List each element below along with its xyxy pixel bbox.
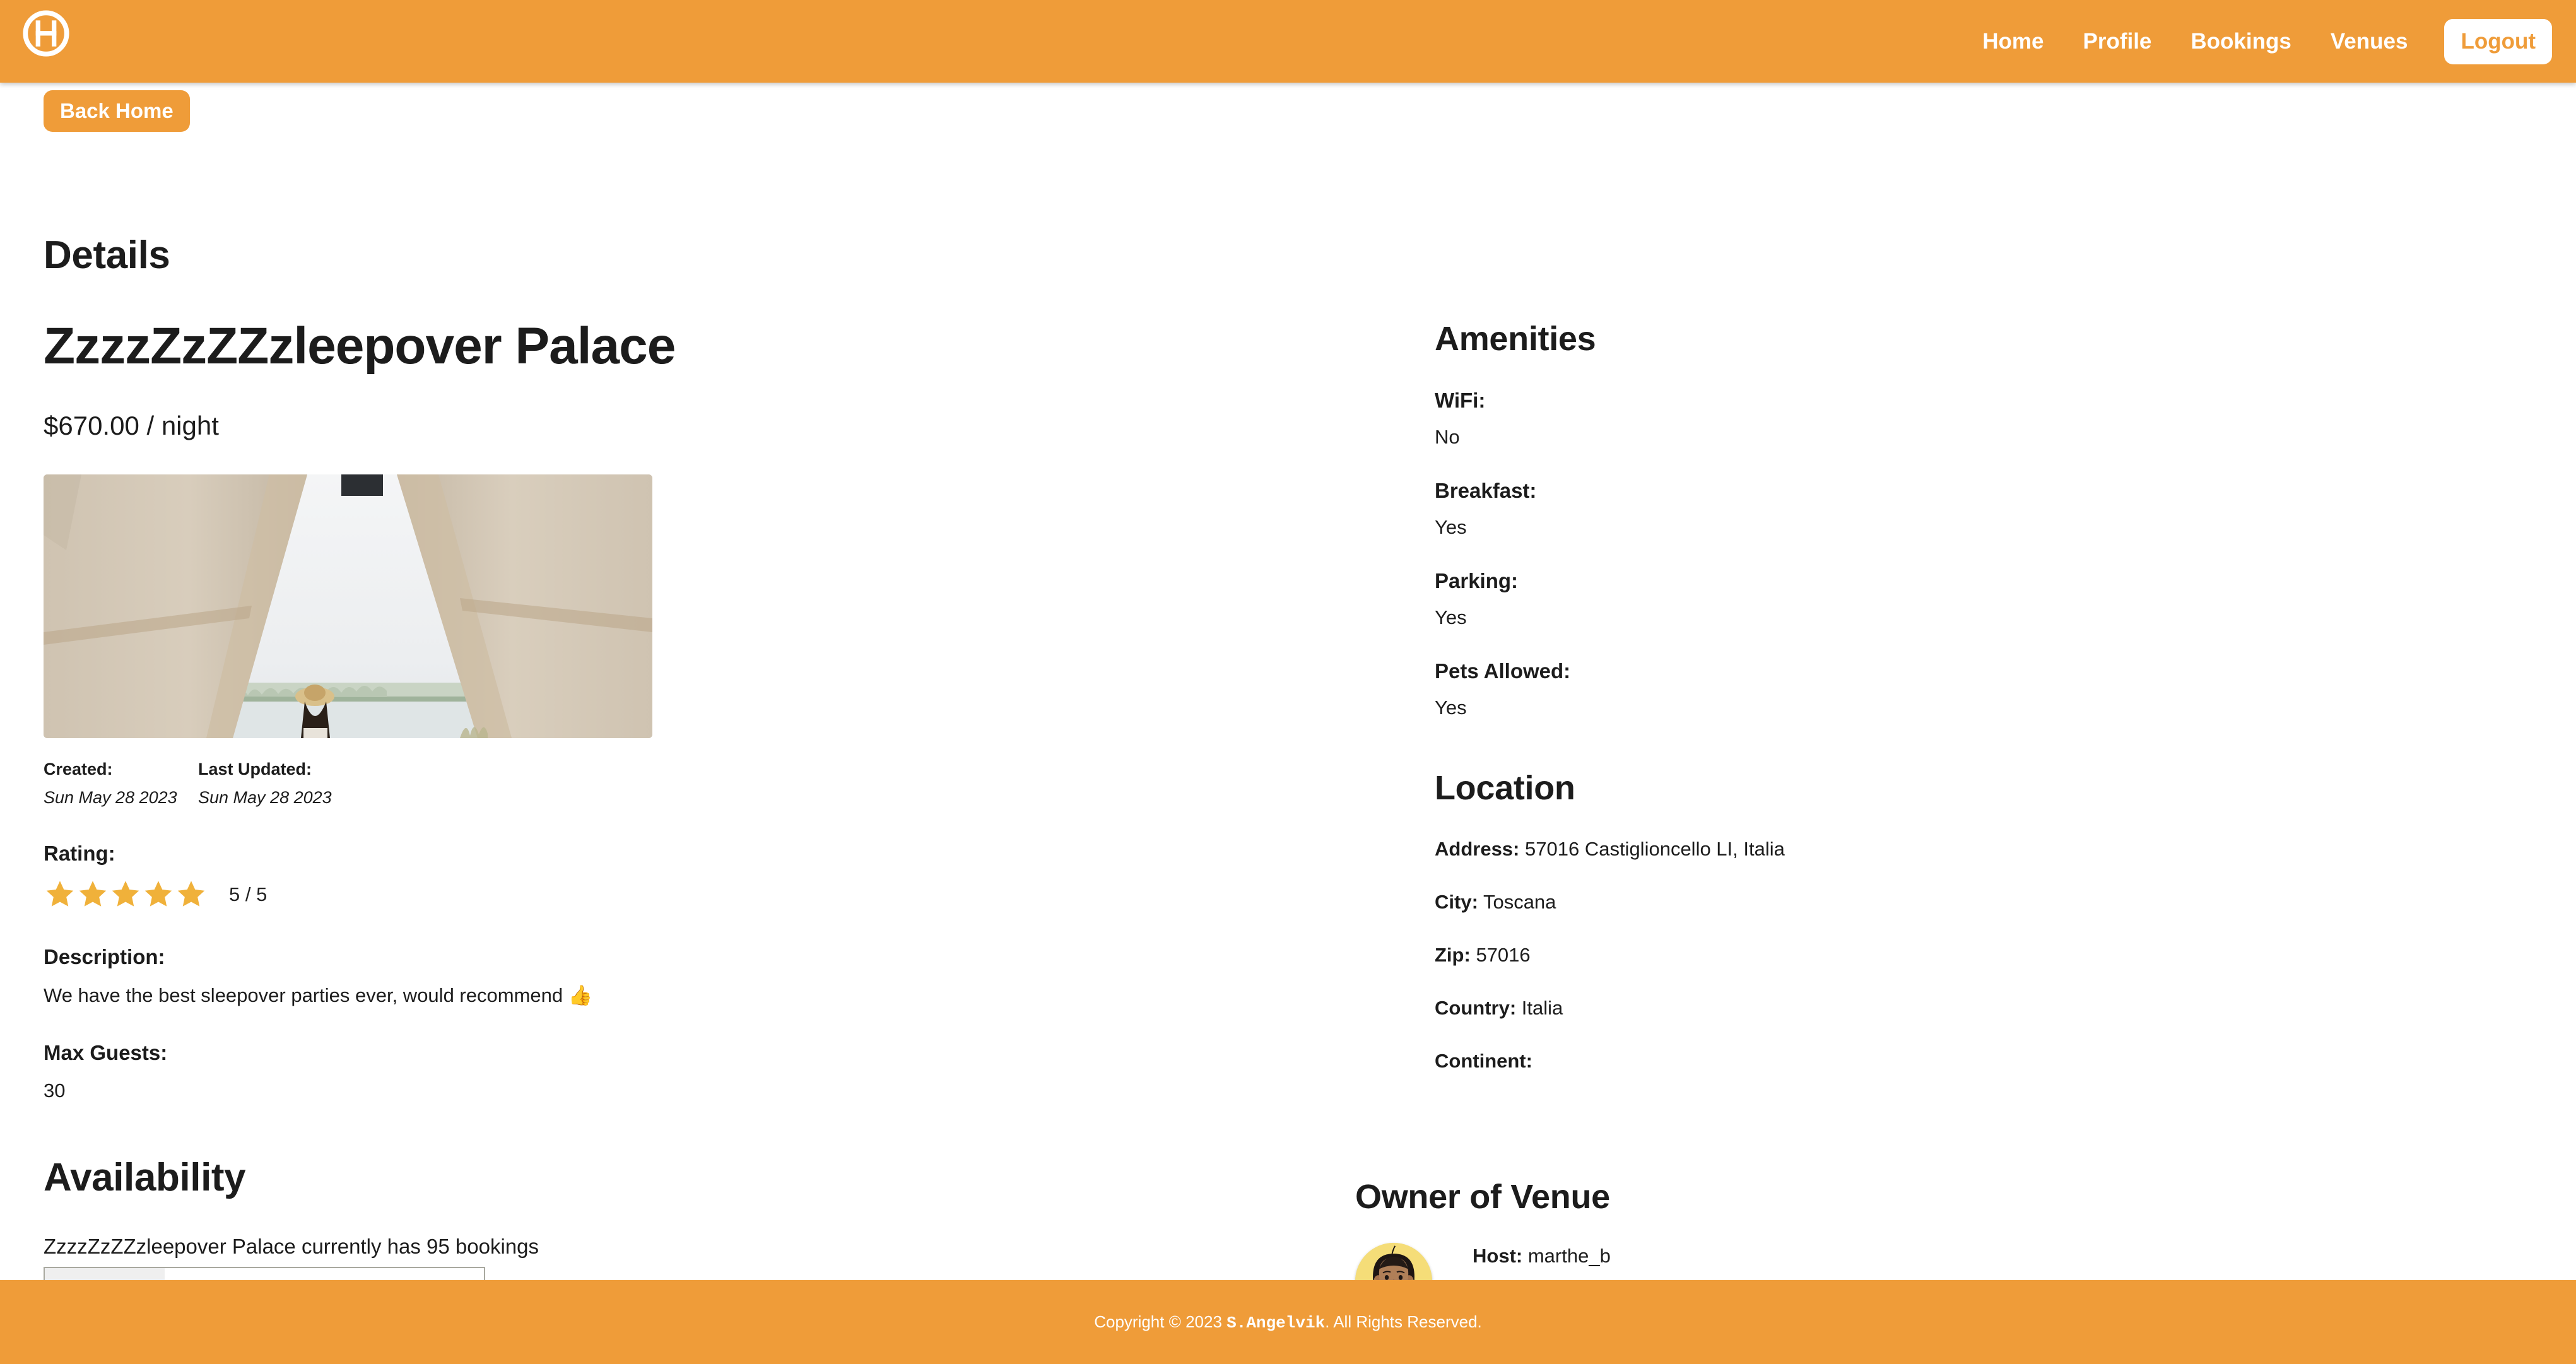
- site-header: Home Profile Bookings Venues Logout: [0, 0, 2576, 83]
- footer-copyright: Copyright © 2023 S.Angelvik. All Rights …: [1094, 1312, 1482, 1332]
- owner-host-label: Host:: [1473, 1244, 1523, 1267]
- site-footer: Copyright © 2023 S.Angelvik. All Rights …: [0, 1280, 2576, 1364]
- venue-details-page: Home Profile Bookings Venues Logout Back…: [0, 0, 2576, 1364]
- amenity-wifi-label: WiFi:: [1435, 389, 1486, 412]
- location-zip: Zip: 57016: [1435, 944, 2507, 967]
- location-address-value: 57016 Castiglioncello LI, Italia: [1525, 838, 1785, 860]
- back-home-button[interactable]: Back Home: [44, 90, 190, 132]
- footer-copyright-suffix: . All Rights Reserved.: [1325, 1312, 1482, 1331]
- rating-label: Rating:: [44, 842, 115, 866]
- availability-note: ZzzzZzZZzleepover Palace currently has 9…: [44, 1235, 539, 1258]
- amenity-pets-label: Pets Allowed:: [1435, 659, 1571, 683]
- main-nav: Home Profile Bookings Venues Logout: [1963, 0, 2552, 83]
- location-country-value: Italia: [1521, 997, 1563, 1019]
- star-icon: [44, 878, 76, 911]
- footer-copyright-prefix: Copyright © 2023: [1094, 1312, 1227, 1331]
- amenity-pets-value: Yes: [1435, 697, 1467, 719]
- footer-author-name: S.Angelvik: [1226, 1313, 1326, 1332]
- location-continent-label: Continent:: [1435, 1050, 1532, 1072]
- nav-link-profile[interactable]: Profile: [2063, 0, 2171, 83]
- star-icon: [175, 878, 208, 911]
- last-updated-label: Last Updated:: [198, 760, 312, 779]
- location-continent: Continent:: [1435, 1050, 2507, 1073]
- created-label: Created:: [44, 760, 113, 779]
- owner-host: Host: marthe_b: [1473, 1245, 1737, 1267]
- venue-photo: [44, 474, 652, 739]
- location-country-label: Country:: [1435, 997, 1517, 1019]
- star-icon: [76, 878, 109, 911]
- rating-stars: 5 / 5: [44, 878, 1368, 911]
- description-value: We have the best sleepover parties ever,…: [44, 984, 593, 1007]
- owner-heading: Owner of Venue: [1355, 1178, 1610, 1216]
- amenities-heading: Amenities: [1435, 320, 1596, 358]
- nav-link-bookings[interactable]: Bookings: [2171, 0, 2310, 83]
- location-city-value: Toscana: [1483, 891, 1556, 913]
- venue-main-column: ZzzzZzZZzleepover Palace $670.00 / night: [44, 319, 1368, 1102]
- location-country: Country: Italia: [1435, 997, 2507, 1020]
- venue-dates: Created: Sun May 28 2023 Last Updated: S…: [44, 760, 1368, 808]
- created-value: Sun May 28 2023: [44, 788, 177, 808]
- location-heading: Location: [1435, 769, 1575, 807]
- nav-link-venues[interactable]: Venues: [2311, 0, 2428, 83]
- amenity-parking-value: Yes: [1435, 606, 1467, 628]
- created-block: Created: Sun May 28 2023: [44, 760, 198, 808]
- brand-logo-icon[interactable]: [19, 6, 73, 61]
- star-icon: [109, 878, 142, 911]
- description-block: Description: We have the best sleepover …: [44, 945, 1368, 1007]
- location-city: City: Toscana: [1435, 891, 2507, 914]
- location-address-label: Address:: [1435, 838, 1520, 860]
- rating-block: Rating: 5 / 5: [44, 842, 1368, 911]
- amenity-parking-label: Parking:: [1435, 569, 1519, 592]
- location-zip-value: 57016: [1476, 944, 1531, 966]
- amenity-breakfast-value: Yes: [1435, 516, 1467, 538]
- page-title: Details: [44, 233, 170, 277]
- venue-side-column: Amenities WiFi: No Breakfast: Yes Parkin…: [1435, 319, 2507, 1073]
- logout-button[interactable]: Logout: [2444, 18, 2552, 64]
- max-guests-value: 30: [44, 1079, 66, 1102]
- location-address: Address: 57016 Castiglioncello LI, Itali…: [1435, 838, 2507, 861]
- last-updated-value: Sun May 28 2023: [198, 788, 332, 808]
- venue-name: ZzzzZzZZzleepover Palace: [44, 317, 676, 375]
- location-zip-label: Zip:: [1435, 944, 1471, 966]
- nav-link-home[interactable]: Home: [1963, 0, 2063, 83]
- venue-price: $670.00 / night: [44, 411, 219, 441]
- star-icon: [142, 878, 175, 911]
- max-guests-block: Max Guests: 30: [44, 1041, 1368, 1102]
- amenity-wifi-value: No: [1435, 426, 1460, 448]
- last-updated-block: Last Updated: Sun May 28 2023: [198, 760, 353, 808]
- availability-heading: Availability: [44, 1156, 246, 1199]
- amenity-breakfast-label: Breakfast:: [1435, 479, 1537, 502]
- max-guests-label: Max Guests:: [44, 1041, 168, 1065]
- owner-host-value: marthe_b: [1527, 1244, 1611, 1267]
- location-city-label: City:: [1435, 891, 1478, 913]
- rating-text: 5 / 5: [229, 883, 268, 906]
- description-label: Description:: [44, 945, 165, 969]
